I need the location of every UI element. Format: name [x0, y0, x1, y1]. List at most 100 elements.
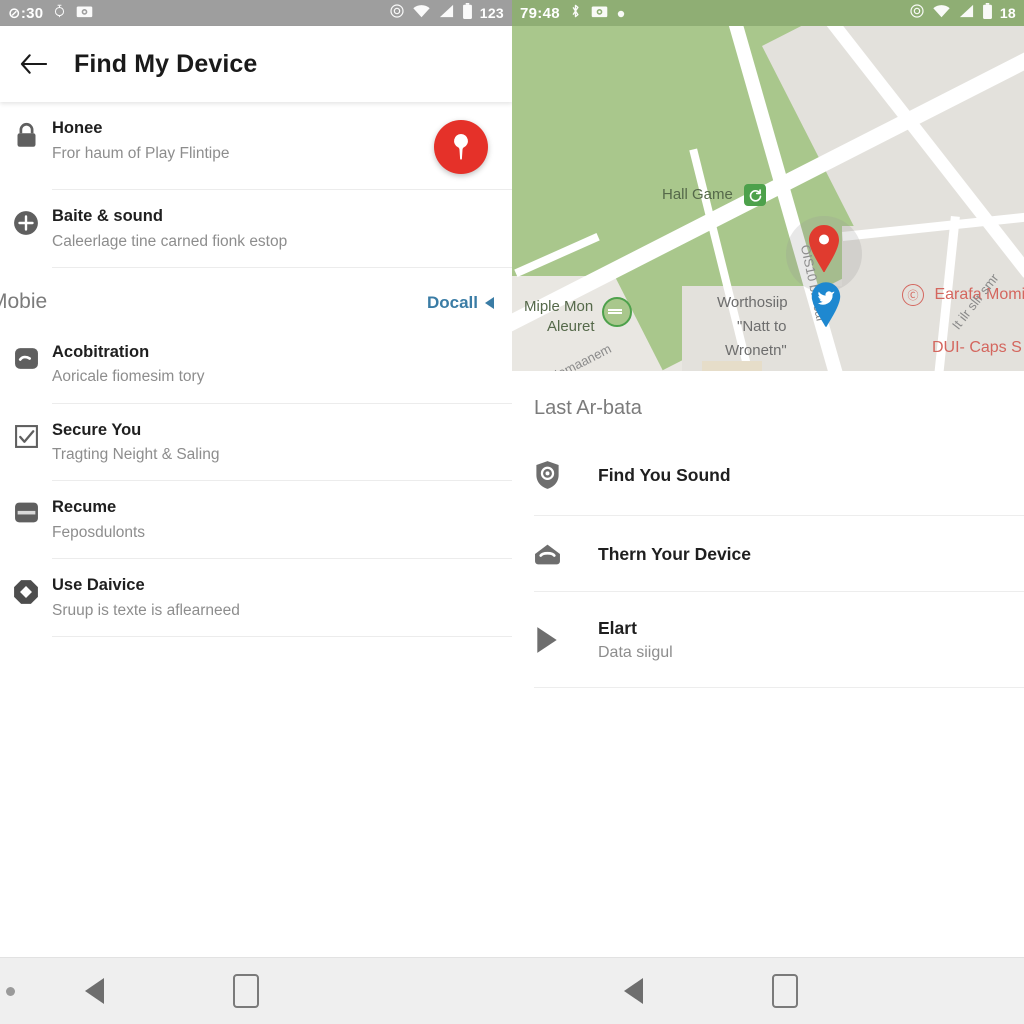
play-triangle-icon	[534, 626, 598, 654]
nav-dot-icon	[6, 986, 15, 996]
left-status-bar: ⊘:30 123	[0, 0, 512, 26]
section-link-docall[interactable]: Docall	[427, 293, 494, 313]
right-section-title: Last Ar-bata	[534, 397, 642, 419]
location-pin-button[interactable]	[434, 120, 488, 174]
map-label-hall-game: Hall Game	[662, 184, 767, 206]
right-action-list: Last Ar-bata Find You Sound Thern Your D…	[512, 371, 1024, 688]
left-pane: ⊘:30 123 Find My Device Honee Fror haum …	[0, 0, 512, 1024]
dual-screenshot: ⊘:30 123 Find My Device Honee Fror haum …	[0, 0, 1024, 1024]
shield-icon	[534, 460, 598, 490]
list-item-subtitle: Sruup is texte is aflearneed	[52, 601, 240, 619]
list-item-honee[interactable]: Honee Fror haum of Play Flintipe	[0, 102, 512, 190]
list-item-baite-sound[interactable]: Baite & sound Caleerlage tine carned fio…	[0, 190, 512, 268]
list-item-title: Thern Your Device	[598, 543, 752, 564]
right-status-bar: 79:48 18	[512, 0, 1024, 26]
poi-circle-icon: Ⓒ	[902, 284, 924, 306]
section-title: Mobie	[0, 289, 48, 313]
wifi-icon	[412, 4, 431, 22]
status-right-group: 18	[909, 3, 1016, 23]
battery-icon	[462, 3, 473, 23]
lock-arch-icon	[534, 542, 598, 566]
list-item-title: Baite & sound	[52, 207, 163, 225]
square-recents-icon[interactable]	[233, 974, 259, 1008]
list-item-text: Thern Your Device	[598, 544, 1008, 565]
status-time: ⊘:30	[8, 5, 44, 22]
status-time: 79:48	[520, 4, 560, 22]
list-item-subtitle: Caleerlage tine carned fionk estop	[52, 232, 288, 250]
list-item-subtitle: Fror haum of Play Flintipe	[52, 144, 230, 162]
credit-card-icon	[0, 497, 52, 525]
camera-icon	[591, 4, 608, 23]
section-link-label: Docall	[426, 292, 478, 312]
section-header-mobie: Mobie Docall	[0, 267, 512, 326]
checkbox-icon	[0, 420, 52, 449]
nav-left-half	[0, 958, 512, 1024]
red-location-pin[interactable]	[805, 224, 843, 274]
list-item-recume[interactable]: Recume Feposdulonts	[0, 481, 512, 560]
square-recents-icon[interactable]	[772, 974, 798, 1008]
battery-icon	[982, 3, 993, 23]
blue-bird-pin[interactable]	[808, 281, 846, 331]
list-item-text: Elart Data siigul	[598, 618, 1008, 662]
list-item-use-daivice[interactable]: Use Daivice Sruup is texte is aflearneed	[0, 559, 512, 637]
list-item-acobitration[interactable]: Acobitration Aoricale fiomesim tory	[0, 326, 512, 404]
back-triangle-icon[interactable]	[624, 978, 643, 1004]
page-title: Find My Device	[74, 49, 258, 78]
map-road-label-niomaanem: Niomaanem	[544, 340, 614, 371]
list-item-subtitle: Feposdulonts	[52, 523, 146, 541]
battery-level: 18	[999, 5, 1016, 21]
status-right-group: 123	[389, 3, 504, 23]
map-sand-block	[702, 361, 762, 371]
sync-icon	[909, 3, 925, 23]
right-pane: 79:48 18 Hall Game Miple Mon Aleuret Wor…	[512, 0, 1024, 1024]
back-triangle-icon[interactable]	[85, 978, 104, 1004]
sync-icon	[389, 3, 405, 23]
settings-list-secondary: Acobitration Aoricale fiomesim tory Secu…	[0, 325, 512, 637]
list-item-text: Acobitration Aoricale fiomesim tory	[52, 342, 496, 388]
signal-icon	[438, 4, 455, 22]
triangle-left-icon	[485, 296, 494, 309]
list-item-text: Recume Feposdulonts	[52, 497, 496, 543]
map-view[interactable]: Hall Game Miple Mon Aleuret Worthosiip "…	[512, 26, 1024, 371]
dot-icon	[617, 5, 625, 22]
bluetooth-icon	[569, 3, 582, 23]
row-divider	[52, 635, 512, 637]
system-navigation-bar	[0, 957, 1024, 1024]
card-rounded-icon	[0, 342, 52, 371]
map-label-wronetn: Wronetn"	[725, 342, 787, 359]
row-divider	[52, 266, 512, 268]
list-item-text: Baite & sound Caleerlage tine carned fio…	[52, 206, 496, 252]
status-left-group: 79:48	[520, 3, 625, 23]
row-divider	[534, 687, 1024, 688]
list-item-thern-your-device[interactable]: Thern Your Device	[512, 516, 1024, 592]
map-label-aleuret: Aleuret	[547, 318, 595, 335]
list-item-title: Acobitration	[52, 342, 150, 361]
wifi-icon	[932, 4, 951, 22]
list-item-title: Find You Sound	[598, 464, 731, 485]
alarm-icon	[52, 4, 67, 23]
list-item-text: Secure You Tragting Neight & Saling	[52, 420, 496, 466]
list-item-text: Honee Fror haum of Play Flintipe	[52, 118, 434, 164]
map-label-text: Miple Mon	[524, 297, 594, 315]
list-item-title: Elart	[598, 618, 637, 638]
list-item-subtitle: Aoricale fiomesim tory	[52, 368, 205, 386]
map-label-worthosiip: Worthosiip	[717, 294, 788, 311]
settings-list-primary: Honee Fror haum of Play Flintipe Baite &…	[0, 102, 512, 268]
list-item-title: Honee	[52, 119, 103, 137]
battery-level: 123	[479, 5, 504, 21]
list-item-elart[interactable]: Elart Data siigul	[512, 592, 1024, 688]
back-arrow-icon[interactable]	[18, 49, 48, 79]
refresh-badge-icon	[744, 184, 767, 206]
status-left-group: ⊘:30	[8, 4, 93, 23]
list-item-title: Secure You	[52, 420, 142, 439]
list-item-secure-you[interactable]: Secure You Tragting Neight & Saling	[0, 404, 512, 482]
list-item-subtitle: Data siigul	[598, 644, 673, 661]
list-item-find-you-sound[interactable]: Find You Sound	[512, 434, 1024, 516]
map-poi-dui-caps: DUI- Caps S	[932, 339, 1022, 356]
map-label-text: Hall Game	[662, 185, 733, 203]
list-item-text: Use Daivice Sruup is texte is aflearneed	[52, 575, 496, 621]
octagon-diamond-icon	[0, 575, 52, 605]
nav-right-half	[512, 958, 1024, 1024]
park-marker-icon	[602, 297, 633, 327]
app-bar: Find My Device	[0, 26, 512, 102]
